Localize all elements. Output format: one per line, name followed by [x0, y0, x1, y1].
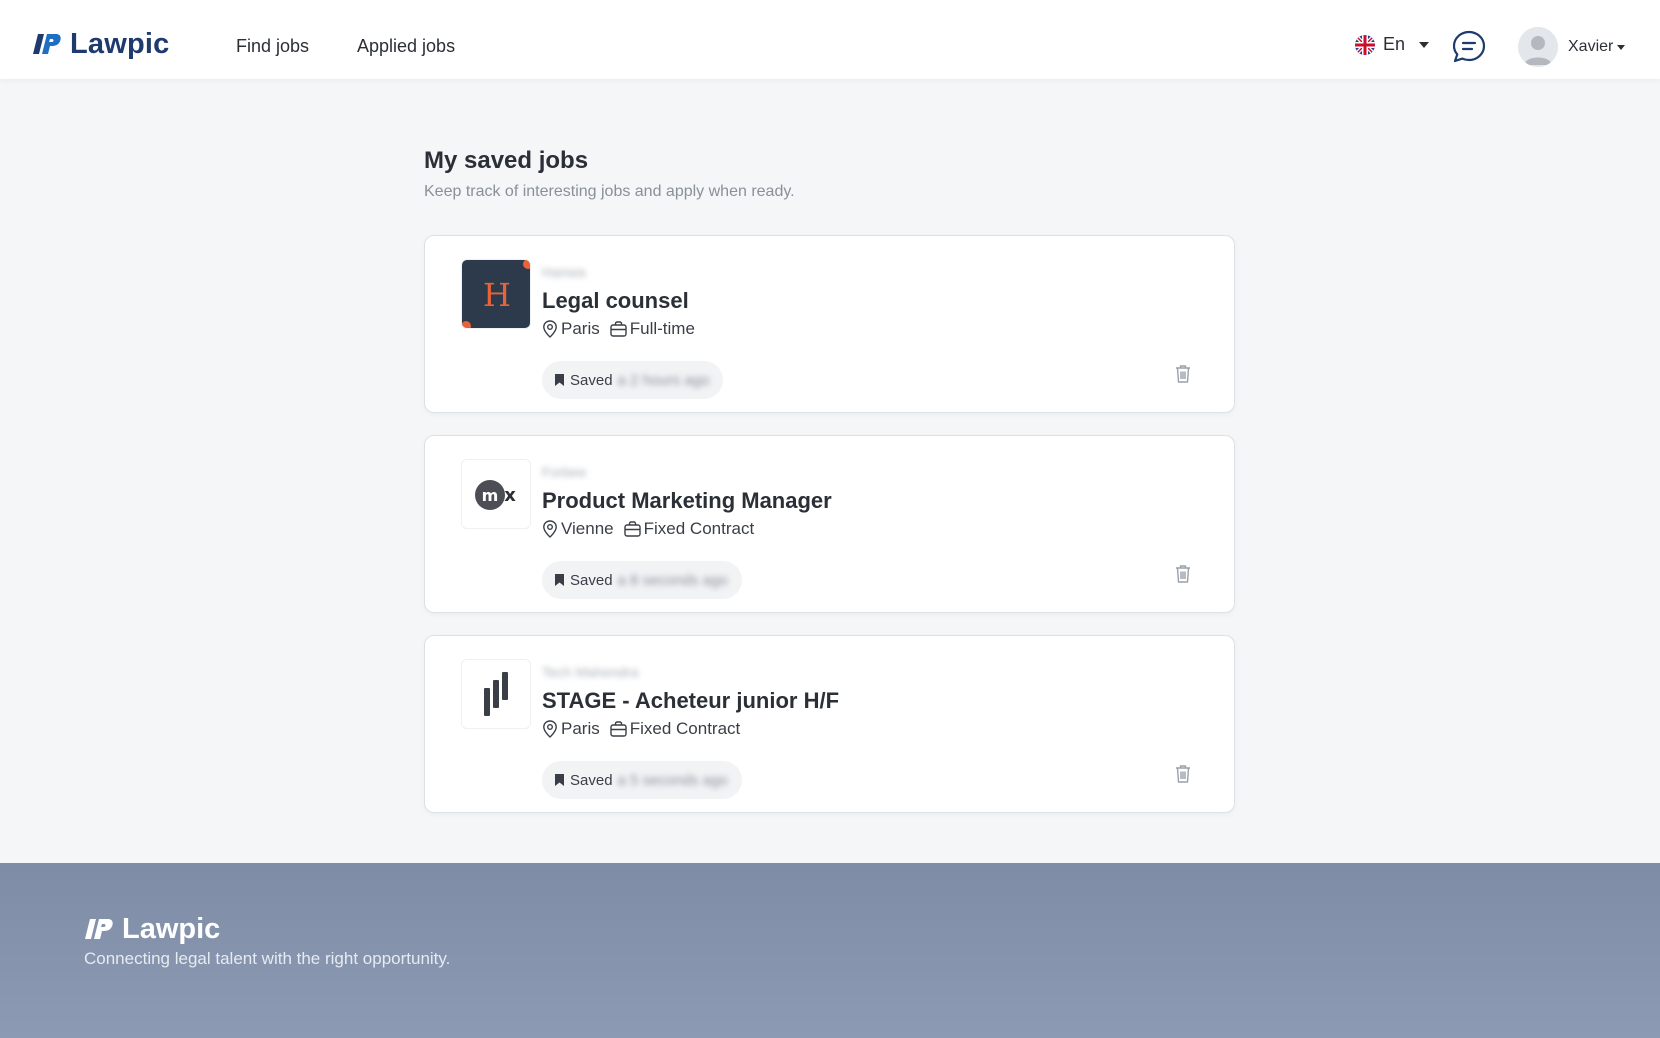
- company-logo: [461, 659, 531, 729]
- chevron-down-icon: [1617, 44, 1626, 50]
- company-logo: m x: [461, 459, 531, 529]
- bookmark-icon: [555, 774, 564, 786]
- svg-text:m: m: [482, 486, 499, 505]
- company-name: Forbee: [542, 464, 587, 480]
- company-logo-bars-icon: [462, 660, 530, 728]
- saved-time: a 2 hours ago: [617, 371, 710, 389]
- job-title[interactable]: Product Marketing Manager: [542, 488, 832, 514]
- user-name: Xavier: [1568, 38, 1614, 55]
- briefcase-icon: [610, 321, 627, 337]
- saved-job-card[interactable]: Tech Mahendra STAGE - Acheteur junior H/…: [424, 635, 1235, 813]
- page-subtitle: Keep track of interesting jobs and apply…: [424, 183, 795, 200]
- avatar: [1518, 27, 1558, 67]
- job-title[interactable]: STAGE - Acheteur junior H/F: [542, 688, 839, 714]
- company-name: Tech Mahendra: [542, 664, 639, 680]
- job-contract: Full-time: [629, 319, 695, 338]
- page-title: My saved jobs: [424, 147, 589, 174]
- top-navbar: Lawpic Find jobs Applied jobs En Xavier: [0, 0, 1660, 79]
- saved-job-card[interactable]: m x Forbee Product Marketing Manager Vie…: [424, 435, 1235, 613]
- saved-job-card[interactable]: H Hanwa Legal counsel Paris Full-time Sa…: [424, 235, 1235, 413]
- language-selector[interactable]: En: [1355, 34, 1430, 55]
- lawpic-logo[interactable]: Lawpic: [32, 28, 170, 61]
- saved-status-badge: Saved a 2 hours ago: [542, 361, 724, 399]
- location-pin-icon: [543, 720, 557, 738]
- lawpic-logo-mark-icon: [85, 918, 113, 939]
- saved-label: Saved: [570, 571, 613, 589]
- location-pin-icon: [543, 520, 557, 538]
- saved-label: Saved: [570, 771, 613, 789]
- job-meta: Paris Full-time: [542, 319, 695, 339]
- job-location: Paris: [561, 319, 600, 338]
- saved-time: a 5 seconds ago: [617, 771, 728, 789]
- location-pin-icon: [543, 320, 557, 338]
- company-logo-mx-icon: m x: [462, 460, 530, 528]
- brand-name: Lawpic: [70, 28, 170, 60]
- job-meta: Vienne Fixed Contract: [542, 519, 754, 539]
- footer-brand-name: Lawpic: [122, 913, 221, 945]
- saved-time: a 8 seconds ago: [617, 571, 728, 589]
- delete-trash-icon[interactable]: [1174, 364, 1192, 384]
- job-contract: Fixed Contract: [629, 719, 741, 738]
- nav-find-jobs[interactable]: Find jobs: [236, 36, 309, 57]
- saved-label: Saved: [570, 371, 613, 389]
- language-label: En: [1383, 34, 1406, 54]
- job-location: Vienne: [561, 519, 614, 538]
- company-logo-letter: H: [483, 276, 511, 314]
- saved-status-badge: Saved a 5 seconds ago: [542, 761, 742, 799]
- job-meta: Paris Fixed Contract: [542, 719, 740, 739]
- footer-tagline: Connecting legal talent with the right o…: [84, 949, 451, 968]
- bookmark-icon: [555, 574, 564, 586]
- footer-logo[interactable]: Lawpic: [84, 913, 220, 946]
- delete-trash-icon[interactable]: [1174, 564, 1192, 584]
- company-logo-h-icon: H: [462, 260, 530, 328]
- job-contract: Fixed Contract: [643, 519, 755, 538]
- user-menu[interactable]: Xavier: [1518, 27, 1626, 67]
- saved-status-badge: Saved a 8 seconds ago: [542, 561, 742, 599]
- company-logo: H: [461, 259, 531, 329]
- footer: Lawpic Connecting legal talent with the …: [0, 863, 1660, 1038]
- svg-text:x: x: [504, 485, 516, 506]
- job-location: Paris: [561, 719, 600, 738]
- job-title[interactable]: Legal counsel: [542, 288, 689, 314]
- delete-trash-icon[interactable]: [1174, 764, 1192, 784]
- company-name: Hanwa: [542, 264, 586, 280]
- messages-icon[interactable]: [1452, 30, 1486, 64]
- briefcase-icon: [610, 721, 627, 737]
- nav-applied-jobs[interactable]: Applied jobs: [357, 36, 455, 57]
- chevron-down-icon: [1419, 41, 1430, 48]
- bookmark-icon: [555, 374, 564, 386]
- uk-flag-icon: [1355, 34, 1375, 55]
- briefcase-icon: [623, 521, 641, 537]
- lawpic-logo-mark-icon: [33, 33, 61, 54]
